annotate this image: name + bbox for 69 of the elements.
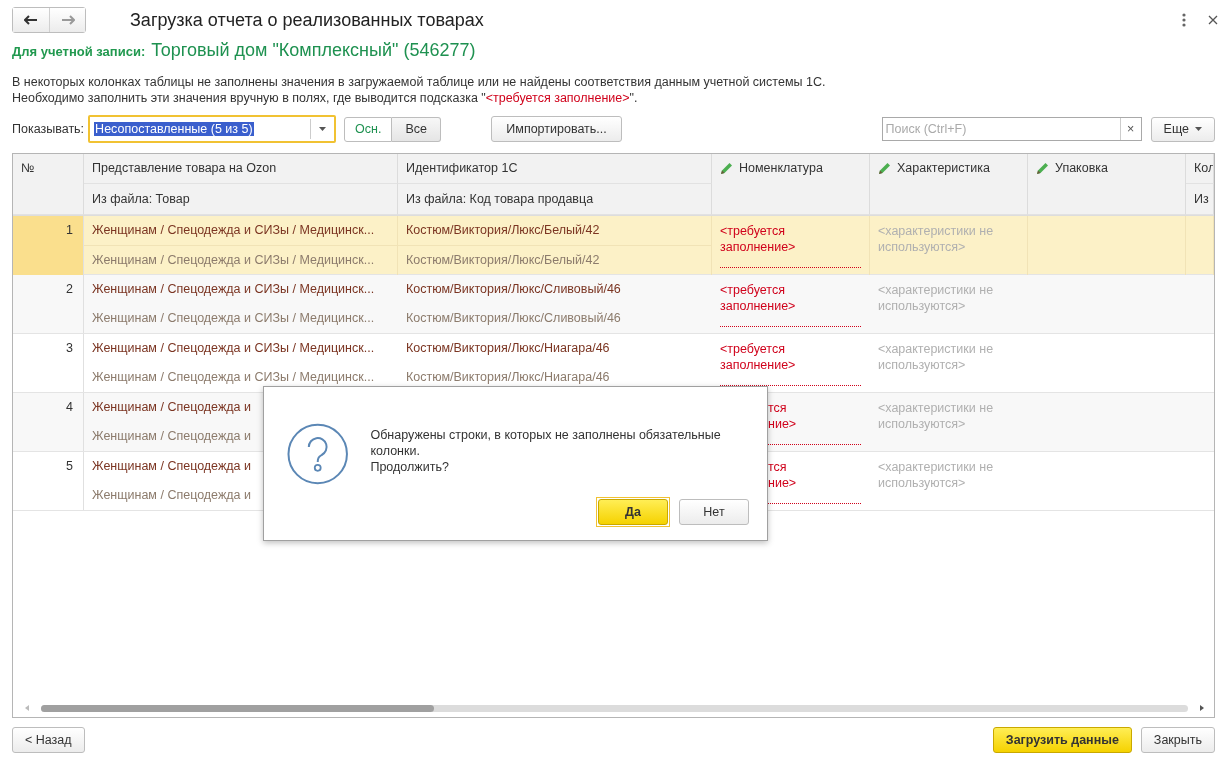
characteristic-hint: <характеристики не используются> — [878, 223, 995, 255]
table-cell-text: Костюм/Виктория/Люкс/Сливовый/46 — [405, 310, 622, 327]
table-cell-text: Костюм/Виктория/Люкс/Ниагара/46 — [405, 369, 611, 386]
scroll-right-icon[interactable] — [1200, 705, 1204, 711]
notice-text: В некоторых колонках таблицы не заполнены значения в загружаемой таблице или не найдены соответствия данным учетной системы 1С. — [12, 74, 827, 90]
horizontal-scrollbar[interactable] — [41, 704, 1188, 712]
filter-dropdown[interactable]: Несопоставленные (5 из 5) — [88, 115, 337, 143]
notice-text: Необходимо заполнить эти значения вручную в полях, где выводится подсказка "<требуется заполнение>". — [12, 90, 639, 106]
column-subheader: Из файла: Товар — [84, 184, 398, 215]
account-label: Для учетной записи: — [12, 44, 146, 59]
close-icon[interactable] — [1208, 15, 1218, 25]
table-cell: Женщинам / Спецодежда и СИЗы / Медицинск... — [84, 216, 397, 246]
column-header[interactable]: Характеристика — [870, 154, 1028, 215]
filter-toggle-button[interactable]: Осн. — [344, 116, 393, 142]
back-button[interactable] — [13, 7, 49, 32]
table-cell-text: Женщинам / Спецодежда и СИЗы / Медицинск... — [91, 340, 376, 357]
table-cell-text: Костюм/Виктория/Люкс/Белый/42 — [405, 252, 601, 269]
question-icon — [287, 423, 349, 485]
dropdown-caret-icon[interactable] — [319, 127, 327, 131]
import-button[interactable]: Импортировать... — [491, 116, 622, 142]
search-field[interactable]: Поиск (Ctrl+F) × — [881, 117, 1142, 141]
column-header[interactable]: Идентификатор 1С — [398, 154, 712, 184]
filter-toggle-button[interactable]: Все — [392, 116, 441, 142]
column-subheader: Из файла: Код товара продавца — [398, 184, 712, 215]
characteristic-hint: <характеристики не используются> — [878, 282, 995, 314]
caret-icon — [1195, 127, 1202, 131]
close-button[interactable]: Закрыть — [1140, 727, 1215, 753]
table-cell-text: Женщинам / Спецодежда и СИЗы / Медицинск... — [91, 310, 376, 327]
row-number: 2 — [13, 275, 84, 333]
more-button[interactable]: Еще — [1150, 116, 1215, 142]
row-number: 4 — [13, 393, 84, 451]
pencil-icon — [1036, 162, 1049, 175]
table-cell-text: Женщинам / Спецодежда и — [91, 487, 252, 504]
required-placeholder[interactable]: <требуется заполнение> — [720, 282, 861, 327]
load-data-button[interactable]: Загрузить данные — [992, 727, 1132, 753]
more-options-icon[interactable] — [1182, 13, 1186, 27]
column-subheader: Из — [1186, 184, 1214, 215]
characteristic-hint: <характеристики не используются> — [878, 459, 995, 491]
scrollbar-thumb[interactable] — [41, 704, 434, 712]
right-arrow-icon — [60, 14, 75, 25]
row-number: 3 — [13, 334, 84, 392]
column-header[interactable]: Представление товара на Ozon — [84, 154, 398, 184]
dialog-question: Продолжить? — [370, 459, 450, 475]
clear-search-button[interactable]: × — [1119, 118, 1141, 140]
characteristic-hint: <характеристики не используются> — [878, 341, 995, 373]
window-title: Загрузка отчета о реализованных товарах — [130, 9, 484, 31]
row-number: 5 — [13, 452, 84, 510]
characteristic-hint: <характеристики не используются> — [878, 400, 995, 432]
table-cell-text: Женщинам / Спецодежда и СИЗы / Медицинск... — [91, 369, 376, 386]
column-header[interactable]: Номенклатура — [712, 154, 870, 215]
table-cell-text: Костюм/Виктория/Люкс/Сливовый/46 — [405, 281, 622, 298]
row-number: 1 — [13, 216, 84, 275]
table-cell-text: Костюм/Виктория/Люкс/Ниагара/46 — [405, 340, 611, 357]
table-cell-text: Женщинам / Спецодежда и — [91, 399, 252, 416]
table-cell-text: Женщинам / Спецодежда и СИЗы / Медицинск... — [91, 252, 376, 269]
table-cell-text: Женщинам / Спецодежда и СИЗы / Медицинск... — [91, 281, 376, 298]
yes-button[interactable]: Да — [598, 499, 668, 525]
required-placeholder[interactable]: <требуется заполнение> — [720, 223, 861, 268]
pencil-icon — [720, 162, 733, 175]
pencil-icon — [878, 162, 891, 175]
column-header[interactable]: № — [13, 154, 84, 215]
table-cell: Костюм/Виктория/Люкс/Белый/42 — [398, 216, 711, 246]
no-button[interactable]: Нет — [679, 499, 749, 525]
left-arrow-icon — [24, 14, 38, 25]
account-name: Торговый дом "Комплексный" (546277) — [151, 40, 476, 61]
dialog-message: Обнаружены строки, в которых не заполнены обязательные колонки. — [370, 427, 722, 459]
back-button[interactable]: < Назад — [12, 727, 85, 753]
filter-label: Показывать: — [12, 122, 85, 136]
column-header[interactable]: Упаковка — [1028, 154, 1186, 215]
